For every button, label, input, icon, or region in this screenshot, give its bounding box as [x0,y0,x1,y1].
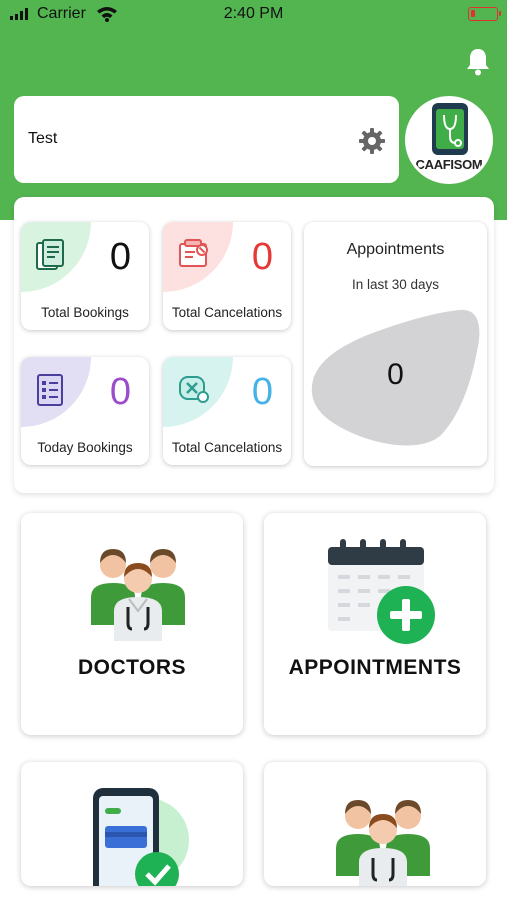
stat-label: Today Bookings [37,440,133,455]
cancel-calendar-icon [179,376,209,403]
payments-tile[interactable] [21,762,243,886]
notification-bell-icon[interactable] [465,47,491,77]
cancel-document-icon [179,239,208,267]
battery-icon [468,7,501,21]
doctors-tile[interactable]: DOCTORS [21,513,243,735]
status-time: 2:40 PM [223,5,284,22]
calendar-add-icon [328,539,435,644]
stat-value: 0 [251,236,273,278]
stat-today-bookings[interactable]: 0 Today Bookings [21,357,149,465]
gear-icon[interactable] [358,127,386,155]
appointments-summary-value: 0 [387,358,404,391]
phone-payment-icon [93,788,189,886]
appointments-summary-title: Appointments [346,241,445,258]
stat-value: 0 [109,236,131,278]
checklist-icon [37,374,63,406]
doctors-icon [336,800,430,886]
stat-label: Total Cancelations [171,440,283,455]
staff-tile[interactable] [264,762,486,886]
appointments-summary-card[interactable]: Appointments In last 30 days 0 [304,222,487,466]
stat-label: Total Cancelations [171,305,283,320]
appointments-tile-label: APPOINTMENTS [288,656,462,679]
doctors-icon [91,549,185,641]
user-name: Test [28,130,58,147]
stat-total-bookings[interactable]: 0 Total Bookings [21,222,149,330]
logo-text: CAAFISOM [415,157,483,172]
stat-value: 0 [251,371,273,413]
document-icon [36,239,64,270]
stat-value: 0 [109,371,131,413]
stat-today-cancelations[interactable]: 0 Total Cancelations [163,357,291,465]
doctors-tile-label: DOCTORS [77,656,187,679]
stat-label: Total Bookings [41,305,129,320]
status-bar: Carrier 2:40 PM [0,0,507,30]
stat-total-cancelations[interactable]: 0 Total Cancelations [163,222,291,330]
appointments-summary-subtitle: In last 30 days [351,277,440,292]
user-card: Test [14,96,399,183]
appointments-tile[interactable]: APPOINTMENTS [264,513,486,735]
app-logo[interactable]: CAAFISOM [405,96,493,184]
